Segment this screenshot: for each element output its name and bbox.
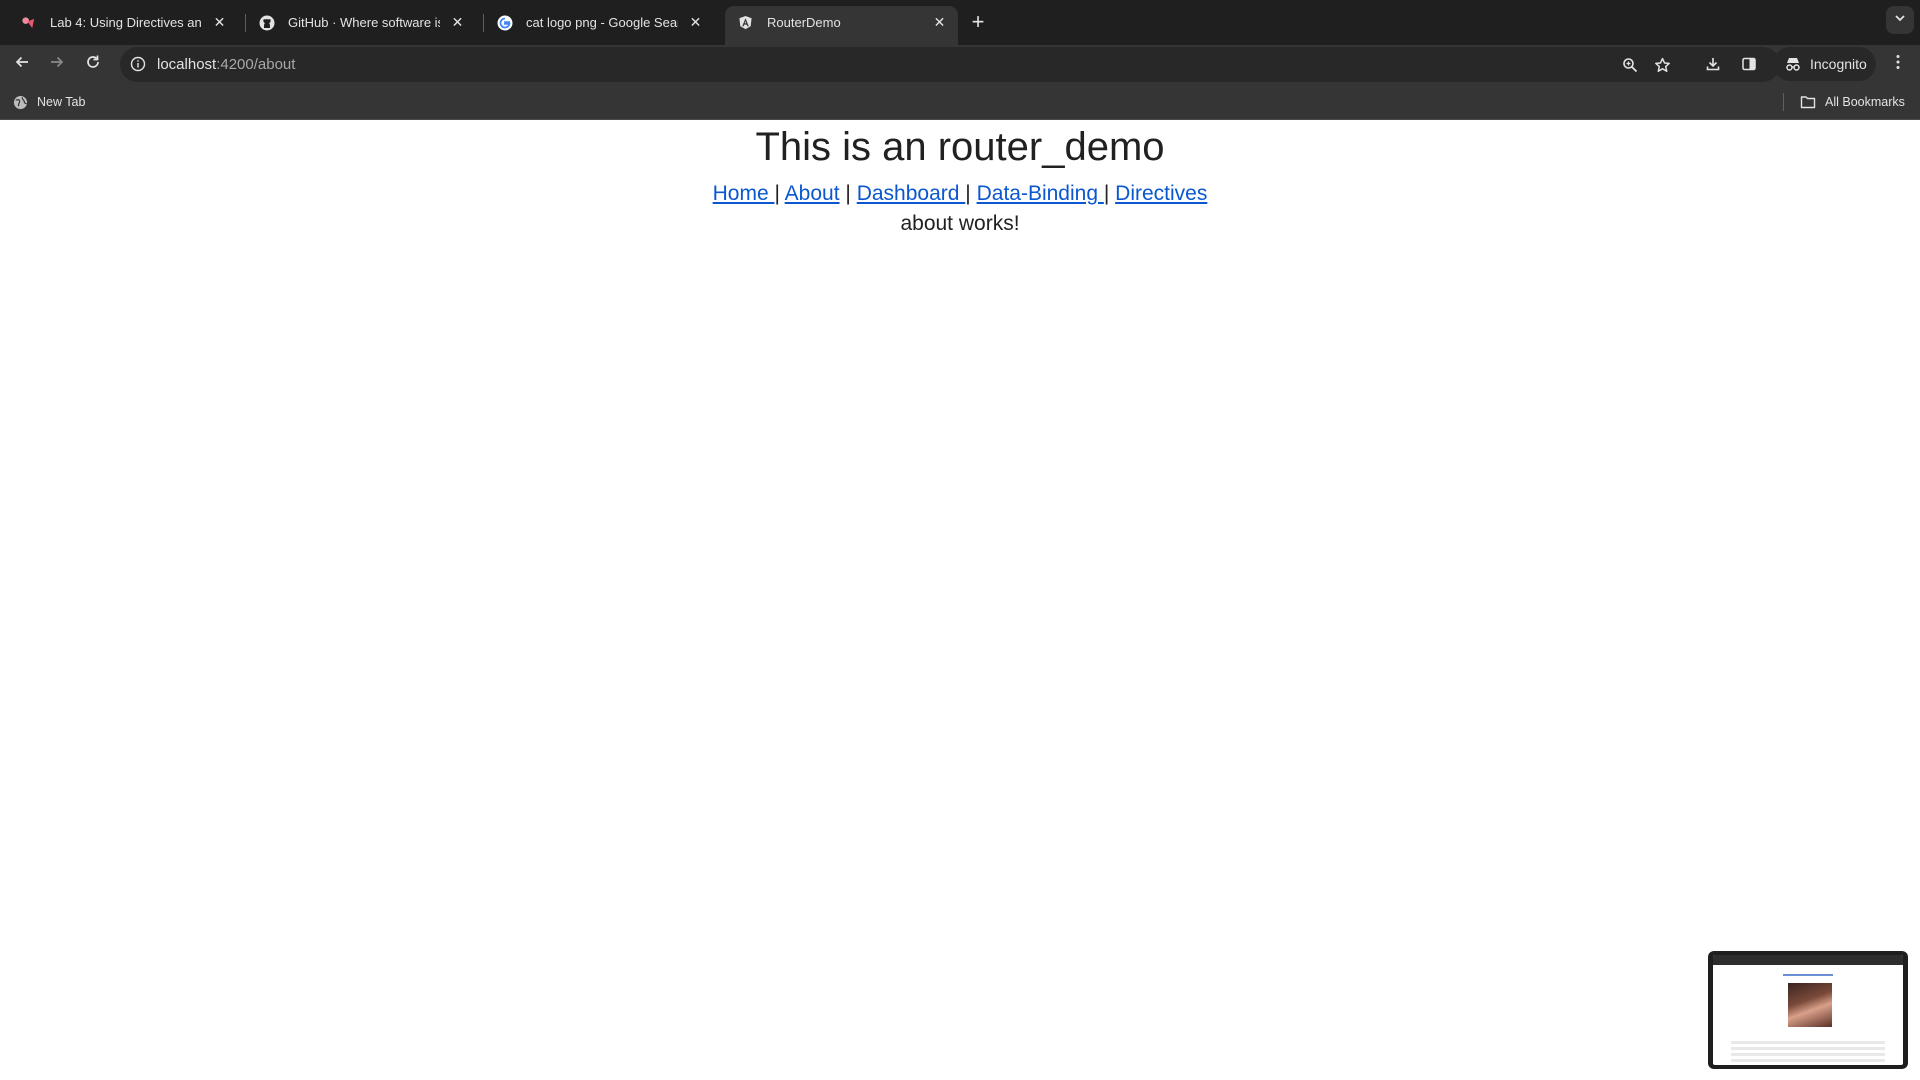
- arrow-left-icon: [14, 54, 30, 75]
- preview-browser-bar: [1713, 955, 1903, 965]
- forward-button[interactable]: [43, 50, 71, 78]
- tab-title: cat logo png - Google Search: [526, 15, 678, 30]
- tab-search-button[interactable]: [1886, 6, 1914, 34]
- globe-icon: [12, 94, 28, 110]
- close-icon[interactable]: ✕: [687, 14, 704, 31]
- close-icon[interactable]: ✕: [449, 14, 466, 31]
- browser-toolbar: localhost:4200/about Incognito: [0, 45, 1920, 83]
- zoom-icon[interactable]: [1619, 54, 1641, 76]
- bookmark-label: New Tab: [37, 95, 86, 109]
- close-icon[interactable]: ✕: [211, 14, 228, 31]
- side-panel-icon[interactable]: [1736, 51, 1762, 77]
- tab-routerdemo[interactable]: RouterDemo ✕: [725, 6, 958, 45]
- nav-separator: |: [1103, 182, 1110, 205]
- screen-share-preview[interactable]: [1708, 951, 1908, 1069]
- bookmark-new-tab[interactable]: New Tab: [12, 92, 85, 112]
- nav-separator: |: [774, 182, 780, 205]
- all-bookmarks-label: All Bookmarks: [1825, 95, 1905, 109]
- router-nav: Home | About | Dashboard | Data-Binding …: [0, 181, 1920, 207]
- info-icon[interactable]: [129, 55, 147, 73]
- google-icon: [496, 14, 513, 31]
- arrow-right-icon: [49, 54, 65, 75]
- nav-separator: |: [845, 182, 851, 205]
- route-status-text: about works!: [900, 212, 1020, 235]
- tab-lab4[interactable]: Lab 4: Using Directives and R ✕: [8, 6, 238, 39]
- bookmark-star-icon[interactable]: [1651, 54, 1673, 76]
- pdf-logo-icon: [20, 14, 37, 31]
- all-bookmarks-button[interactable]: All Bookmarks: [1800, 92, 1905, 112]
- new-tab-button[interactable]: +: [964, 8, 992, 36]
- angular-icon: [737, 14, 754, 31]
- kebab-menu-icon: [1895, 54, 1901, 75]
- nav-link-directives[interactable]: Directives: [1115, 182, 1207, 205]
- preview-content: [1713, 955, 1903, 1065]
- chevron-down-icon: [1894, 11, 1906, 29]
- plus-icon: +: [971, 9, 985, 34]
- incognito-icon: [1783, 55, 1803, 73]
- url-text[interactable]: localhost:4200/about: [157, 56, 295, 73]
- download-icon[interactable]: [1700, 51, 1726, 77]
- bookmarks-bar: New Tab All Bookmarks: [0, 83, 1920, 120]
- nav-link-data-binding[interactable]: Data-Binding: [977, 182, 1104, 205]
- nav-separator: |: [965, 182, 971, 205]
- url-host: localhost: [157, 56, 217, 73]
- preview-table-row: [1731, 1047, 1885, 1050]
- incognito-label: Incognito: [1810, 56, 1867, 72]
- reload-icon: [85, 54, 101, 75]
- back-button[interactable]: [8, 50, 36, 78]
- nav-link-home[interactable]: Home: [713, 182, 775, 205]
- close-icon[interactable]: ✕: [931, 14, 948, 31]
- tab-title: GitHub · Where software is bu: [288, 15, 440, 30]
- bookmarks-separator: [1783, 93, 1784, 111]
- tab-title: RouterDemo: [767, 15, 841, 30]
- tab-strip: Lab 4: Using Directives and R ✕ GitHub ·…: [0, 0, 1920, 45]
- github-icon: [258, 14, 275, 31]
- tab-github[interactable]: GitHub · Where software is bu ✕: [246, 6, 476, 39]
- address-bar[interactable]: localhost:4200/about: [120, 47, 1780, 82]
- tab-google-search[interactable]: cat logo png - Google Search ✕: [484, 6, 714, 39]
- preview-table-row: [1731, 1041, 1885, 1044]
- url-path: :4200/about: [216, 56, 296, 73]
- page-title: This is an router_demo: [755, 125, 1165, 169]
- preview-table-row: [1731, 1053, 1885, 1056]
- incognito-indicator[interactable]: Incognito: [1773, 47, 1876, 81]
- preview-photo: [1788, 983, 1832, 1027]
- nav-link-about[interactable]: About: [785, 182, 840, 205]
- reload-button[interactable]: [79, 50, 107, 78]
- page-content: This is an router_demo Home | About | Da…: [0, 120, 1920, 1080]
- preview-links: [1783, 974, 1833, 976]
- preview-table-row: [1731, 1059, 1885, 1062]
- tab-title: Lab 4: Using Directives and R: [50, 15, 202, 30]
- folder-icon: [1800, 94, 1816, 110]
- nav-link-dashboard[interactable]: Dashboard: [857, 182, 966, 205]
- more-menu-button[interactable]: [1885, 51, 1911, 77]
